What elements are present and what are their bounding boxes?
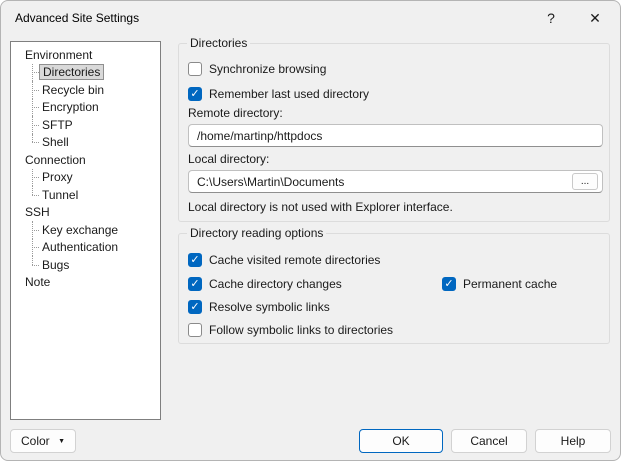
tree-item-tunnel[interactable]: Tunnel [11, 186, 160, 204]
checkbox-row-remember-last: ✓ Remember last used directory [188, 86, 369, 102]
follow-symbolic-links-label: Follow symbolic links to directories [209, 323, 393, 337]
tree-connector-line [32, 134, 39, 152]
tree-item-label: Environment [22, 48, 95, 62]
cache-visited-label: Cache visited remote directories [209, 253, 380, 267]
tree-item-label: Directories [39, 64, 104, 80]
tree-item-label: SSH [22, 205, 53, 219]
tree-connector-line [32, 221, 39, 239]
resolve-symbolic-links-checkbox[interactable]: ✓ [188, 300, 202, 314]
checkbox-row-permanent-cache: ✓ Permanent cache [442, 276, 557, 292]
tree-item-label: Tunnel [39, 188, 81, 202]
group-directories-title: Directories [187, 36, 250, 50]
checkbox-row-follow-links: ✓ Follow symbolic links to directories [188, 322, 393, 338]
tree-item-ssh[interactable]: SSH [11, 204, 160, 222]
remember-last-directory-checkbox[interactable]: ✓ [188, 87, 202, 101]
tree-item-label: Note [22, 275, 53, 289]
remote-directory-input[interactable]: /home/martinp/httpdocs [188, 124, 603, 147]
tree-item-label: Shell [39, 135, 72, 149]
tree-item-label: Recycle bin [39, 83, 107, 97]
local-directory-input[interactable]: C:\Users\Martin\Documents ... [188, 170, 603, 193]
tree-item-label: Key exchange [39, 223, 121, 237]
help-button[interactable]: Help [535, 429, 611, 453]
tree-item-directories[interactable]: Directories [11, 64, 160, 82]
close-icon[interactable]: ✕ [574, 1, 616, 35]
local-directory-value: C:\Users\Martin\Documents [197, 175, 572, 189]
titlebar: Advanced Site Settings ? ✕ [1, 1, 620, 37]
tree-item-key-exchange[interactable]: Key exchange [11, 221, 160, 239]
tree-connector-line [32, 116, 39, 134]
tree-connector-line [32, 81, 39, 99]
tree-item-label: Proxy [39, 170, 76, 184]
cache-directory-changes-checkbox[interactable]: ✓ [188, 277, 202, 291]
group-reading-title: Directory reading options [187, 226, 326, 240]
advanced-site-settings-dialog: Advanced Site Settings ? ✕ Environment Di… [0, 0, 621, 461]
tree-connector-line [32, 169, 39, 187]
browse-local-directory-button[interactable]: ... [572, 173, 598, 190]
tree-connector-line [32, 239, 39, 257]
tree-item-encryption[interactable]: Encryption [11, 99, 160, 117]
checkbox-row-synchronize-browsing: ✓ Synchronize browsing [188, 61, 326, 77]
tree-item-authentication[interactable]: Authentication [11, 239, 160, 257]
checkbox-row-resolve-links: ✓ Resolve symbolic links [188, 299, 330, 315]
tree-item-label: Bugs [39, 258, 72, 272]
tree-connector-line [32, 64, 39, 82]
tree-item-label: Encryption [39, 100, 102, 114]
chevron-down-icon: ▼ [58, 438, 65, 445]
tree-item-bugs[interactable]: Bugs [11, 256, 160, 274]
resolve-symbolic-links-label: Resolve symbolic links [209, 300, 330, 314]
tree-item-recycle-bin[interactable]: Recycle bin [11, 81, 160, 99]
ok-button[interactable]: OK [359, 429, 443, 453]
group-directories: Directories ✓ Synchronize browsing ✓ Rem… [178, 43, 610, 222]
synchronize-browsing-checkbox[interactable]: ✓ [188, 62, 202, 76]
tree-item-sftp[interactable]: SFTP [11, 116, 160, 134]
cancel-button[interactable]: Cancel [451, 429, 527, 453]
tree-item-shell[interactable]: Shell [11, 134, 160, 152]
tree-connector-line [32, 186, 39, 204]
dialog-title: Advanced Site Settings [15, 11, 139, 25]
follow-symbolic-links-checkbox[interactable]: ✓ [188, 323, 202, 337]
tree-item-note[interactable]: Note [11, 274, 160, 292]
cache-directory-changes-label: Cache directory changes [209, 277, 342, 291]
checkbox-row-cache-visited: ✓ Cache visited remote directories [188, 252, 380, 268]
tree-item-environment[interactable]: Environment [11, 46, 160, 64]
tree-item-connection[interactable]: Connection [11, 151, 160, 169]
permanent-cache-checkbox[interactable]: ✓ [442, 277, 456, 291]
remote-directory-label: Remote directory: [188, 106, 283, 120]
tree-connector-line [32, 256, 39, 274]
help-icon[interactable]: ? [530, 1, 572, 35]
remember-last-directory-label: Remember last used directory [209, 87, 369, 101]
tree-item-label: Connection [22, 153, 89, 167]
synchronize-browsing-label: Synchronize browsing [209, 62, 326, 76]
tree-connector-line [32, 99, 39, 117]
explorer-interface-note: Local directory is not used with Explore… [188, 200, 453, 214]
cache-visited-checkbox[interactable]: ✓ [188, 253, 202, 267]
tree-item-label: SFTP [39, 118, 76, 132]
remote-directory-value: /home/martinp/httpdocs [197, 129, 594, 143]
settings-tree: Environment Directories Recycle bin Encrypt… [10, 41, 161, 420]
tree-item-proxy[interactable]: Proxy [11, 169, 160, 187]
color-button-label: Color [21, 434, 50, 448]
permanent-cache-label: Permanent cache [463, 277, 557, 291]
checkbox-row-cache-changes: ✓ Cache directory changes [188, 276, 342, 292]
group-directory-reading-options: Directory reading options ✓ Cache visite… [178, 233, 610, 344]
local-directory-label: Local directory: [188, 152, 269, 166]
color-dropdown-button[interactable]: Color ▼ [10, 429, 76, 453]
tree-item-label: Authentication [39, 240, 121, 254]
